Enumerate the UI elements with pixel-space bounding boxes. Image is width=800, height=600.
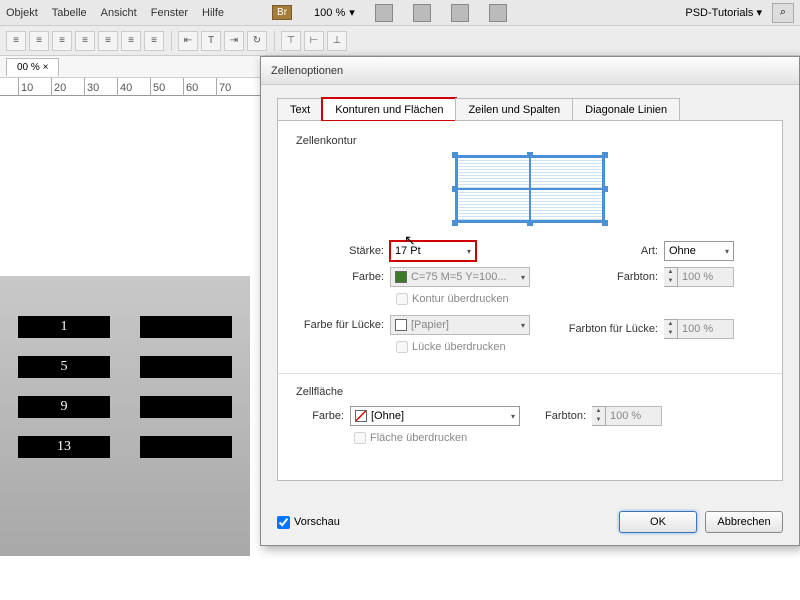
chevron-down-icon: ▾ bbox=[511, 412, 515, 421]
cell-border-preview[interactable] bbox=[455, 155, 605, 223]
group-zellflaeche-label: Zellfläche bbox=[296, 386, 764, 398]
psd-tutorials-menu[interactable]: PSD-Tutorials ▾ bbox=[685, 6, 762, 19]
cell-options-dialog: Zellenoptionen Text Konturen und Flächen… bbox=[260, 56, 800, 546]
indent-right-icon[interactable]: ⇥ bbox=[224, 31, 244, 51]
chevron-down-icon: ▾ bbox=[349, 6, 355, 19]
chevron-down-icon: ▾ bbox=[521, 321, 525, 330]
luecke-ueberdrucken-label: Lücke überdrucken bbox=[412, 341, 506, 353]
view-mode-icon-2[interactable] bbox=[413, 4, 431, 22]
view-mode-icon-4[interactable] bbox=[489, 4, 507, 22]
cancel-button[interactable]: Abbrechen bbox=[705, 511, 783, 533]
color-swatch-icon bbox=[355, 410, 367, 422]
justify-icon[interactable]: ≡ bbox=[75, 31, 95, 51]
menu-ansicht[interactable]: Ansicht bbox=[101, 7, 137, 19]
staerke-label: Stärke: bbox=[296, 245, 390, 257]
farbe-label: Farbe: bbox=[296, 271, 390, 283]
table-cell[interactable]: 1 bbox=[18, 316, 110, 338]
dialog-title: Zellenoptionen bbox=[271, 65, 343, 77]
color-swatch-icon bbox=[395, 271, 407, 283]
tab-zeilen-spalten[interactable]: Zeilen und Spalten bbox=[455, 98, 573, 121]
flaeche-farbe-label: Farbe: bbox=[296, 410, 350, 422]
flaeche-farbton-spinner[interactable]: ▲▼ bbox=[592, 406, 606, 426]
farbton-spinner[interactable]: ▲▼ bbox=[664, 267, 678, 287]
search-button[interactable]: ⌕ bbox=[772, 3, 794, 23]
farbton-luecke-spinner[interactable]: ▲▼ bbox=[664, 319, 678, 339]
farbton-label: Farbton: bbox=[560, 271, 664, 283]
table-cell[interactable] bbox=[140, 316, 232, 338]
justify-last-center-icon[interactable]: ≡ bbox=[121, 31, 141, 51]
text-tool-icon[interactable]: T bbox=[201, 31, 221, 51]
table-cell[interactable] bbox=[140, 396, 232, 418]
flaeche-ueberdrucken-checkbox bbox=[354, 432, 366, 444]
chevron-down-icon: ▾ bbox=[725, 247, 729, 256]
rotate-icon[interactable]: ↻ bbox=[247, 31, 267, 51]
table-cell[interactable]: 13 bbox=[18, 436, 110, 458]
art-dropdown[interactable]: Ohne ▾ bbox=[664, 241, 734, 261]
tab-panel-konturen: Zellenkontur Stärke: 17 Pt bbox=[277, 121, 783, 481]
vorschau-checkbox[interactable] bbox=[277, 516, 290, 529]
farbe-luecke-label: Farbe für Lücke: bbox=[296, 319, 390, 331]
art-label: Art: bbox=[560, 245, 664, 257]
valign-middle-icon[interactable]: ⊢ bbox=[304, 31, 324, 51]
align-left-icon[interactable]: ≡ bbox=[6, 31, 26, 51]
group-zellenkontur-label: Zellenkontur bbox=[296, 135, 764, 147]
farbton-luecke-input[interactable]: 100 % bbox=[678, 319, 734, 339]
menu-tabelle[interactable]: Tabelle bbox=[52, 7, 87, 19]
chevron-down-icon: ▾ bbox=[521, 273, 525, 282]
vorschau-checkbox-row[interactable]: Vorschau bbox=[277, 516, 340, 529]
kontur-ueberdrucken-label: Kontur überdrucken bbox=[412, 293, 509, 305]
table-cell[interactable]: 9 bbox=[18, 396, 110, 418]
flaeche-ueberdrucken-label: Fläche überdrucken bbox=[370, 432, 467, 444]
dialog-titlebar[interactable]: Zellenoptionen bbox=[261, 57, 799, 85]
menu-hilfe[interactable]: Hilfe bbox=[202, 7, 224, 19]
table-preview-panel: 1 5 9 13 bbox=[0, 276, 250, 556]
justify-last-right-icon[interactable]: ≡ bbox=[144, 31, 164, 51]
menu-objekt[interactable]: Objekt bbox=[6, 7, 38, 19]
tab-diagonale-linien[interactable]: Diagonale Linien bbox=[572, 98, 680, 121]
farbe-dropdown[interactable]: C=75 M=5 Y=100... ▾ bbox=[390, 267, 530, 287]
ok-button[interactable]: OK bbox=[619, 511, 697, 533]
table-cell[interactable]: 5 bbox=[18, 356, 110, 378]
vorschau-label: Vorschau bbox=[294, 516, 340, 528]
dialog-tabs: Text Konturen und Flächen Zeilen und Spa… bbox=[277, 97, 783, 121]
luecke-ueberdrucken-checkbox bbox=[396, 341, 408, 353]
valign-top-icon[interactable]: ⊤ bbox=[281, 31, 301, 51]
farbton-luecke-label: Farbton für Lücke: bbox=[560, 323, 664, 335]
menu-fenster[interactable]: Fenster bbox=[151, 7, 188, 19]
tab-konturen-flaechen[interactable]: Konturen und Flächen bbox=[322, 98, 456, 121]
justify-last-left-icon[interactable]: ≡ bbox=[98, 31, 118, 51]
farbton-input[interactable]: 100 % bbox=[678, 267, 734, 287]
valign-bottom-icon[interactable]: ⊥ bbox=[327, 31, 347, 51]
paragraph-toolbar: ≡ ≡ ≡ ≡ ≡ ≡ ≡ ⇤ T ⇥ ↻ ⊤ ⊢ ⊥ bbox=[0, 26, 800, 56]
main-menu-bar: Objekt Tabelle Ansicht Fenster Hilfe Br … bbox=[0, 0, 800, 26]
indent-left-icon[interactable]: ⇤ bbox=[178, 31, 198, 51]
view-mode-icon-1[interactable] bbox=[375, 4, 393, 22]
table-cell[interactable] bbox=[140, 436, 232, 458]
farbe-luecke-dropdown[interactable]: [Papier] ▾ bbox=[390, 315, 530, 335]
view-mode-icon-3[interactable] bbox=[451, 4, 469, 22]
table-cell[interactable] bbox=[140, 356, 232, 378]
color-swatch-icon bbox=[395, 319, 407, 331]
document-tab[interactable]: 00 % × bbox=[6, 58, 59, 76]
align-center-icon[interactable]: ≡ bbox=[29, 31, 49, 51]
search-icon: ⌕ bbox=[780, 6, 786, 19]
chevron-down-icon: ▾ bbox=[467, 247, 471, 256]
staerke-input[interactable]: 17 Pt ▾ bbox=[390, 241, 476, 261]
bridge-badge[interactable]: Br bbox=[272, 5, 292, 20]
flaeche-farbe-dropdown[interactable]: [Ohne] ▾ bbox=[350, 406, 520, 426]
zoom-value: 100 % bbox=[314, 7, 345, 19]
flaeche-farbton-input[interactable]: 100 % bbox=[606, 406, 662, 426]
flaeche-farbton-label: Farbton: bbox=[532, 410, 592, 422]
align-right-icon[interactable]: ≡ bbox=[52, 31, 72, 51]
kontur-ueberdrucken-checkbox bbox=[396, 293, 408, 305]
tab-text[interactable]: Text bbox=[277, 98, 323, 121]
zoom-control[interactable]: 100 % ▾ bbox=[314, 6, 355, 19]
